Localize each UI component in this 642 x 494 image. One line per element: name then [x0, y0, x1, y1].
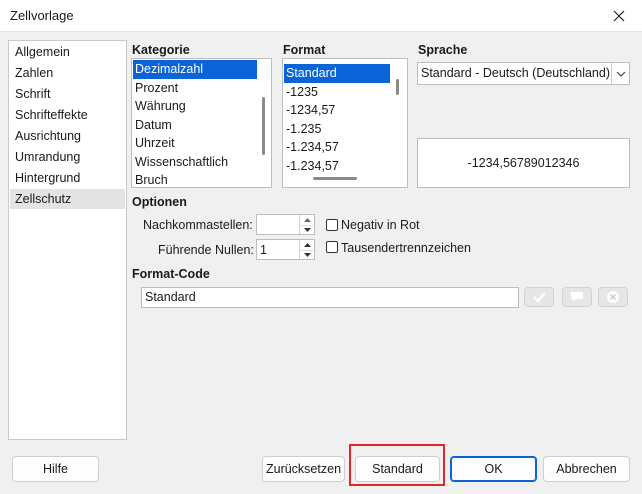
cancel-button-label: Abbrechen: [556, 462, 617, 476]
reset-button[interactable]: Zurücksetzen: [262, 456, 345, 482]
sidebar-item-schrift[interactable]: Schrift: [10, 84, 125, 104]
format-preview: -1234,56789012346: [417, 138, 630, 188]
delete-icon: [607, 291, 619, 303]
sidebar-item-schrifteffekte[interactable]: Schrifteffekte: [10, 105, 125, 125]
format-item[interactable]: -1234,57: [284, 101, 393, 120]
kategorie-item[interactable]: Währung: [133, 97, 257, 116]
nachkommastellen-stepper[interactable]: [256, 214, 315, 235]
close-button[interactable]: [602, 2, 636, 30]
format-item[interactable]: Standard: [284, 64, 390, 83]
format-code-input[interactable]: Standard: [141, 287, 519, 308]
negativ-in-rot-checkbox[interactable]: [326, 219, 338, 231]
format-item[interactable]: -1.234,57: [284, 138, 393, 157]
apply-format-code-button[interactable]: [524, 287, 554, 307]
sprache-select[interactable]: Standard - Deutsch (Deutschland): [417, 62, 630, 85]
kategorie-item[interactable]: Datum: [133, 116, 257, 135]
close-icon: [613, 10, 625, 22]
cancel-button[interactable]: Abbrechen: [543, 456, 630, 482]
format-item[interactable]: -1235: [284, 83, 393, 102]
kategorie-label: Kategorie: [132, 43, 190, 57]
ok-button-label: OK: [484, 462, 503, 476]
kategorie-item[interactable]: Uhrzeit: [133, 134, 257, 153]
format-listbox[interactable]: Standard -1235 -1234,57 -1.235 -1.234,57…: [282, 58, 408, 188]
sidebar-item-umrandung[interactable]: Umrandung: [10, 147, 125, 167]
sidebar-item-hintergrund[interactable]: Hintergrund: [10, 168, 125, 188]
sprache-label: Sprache: [418, 43, 468, 57]
chevron-down-icon[interactable]: [611, 63, 629, 84]
caret-down-icon: [303, 252, 311, 257]
sidebar-item-zellschutz[interactable]: Zellschutz: [10, 189, 125, 209]
format-item[interactable]: -1.234,57: [284, 157, 393, 176]
kategorie-item[interactable]: Bruch: [133, 171, 257, 187]
help-button-label: Hilfe: [42, 462, 68, 476]
format-hscrollbar[interactable]: [313, 177, 357, 180]
title-bar: Zellvorlage: [0, 0, 642, 32]
fuehrende-nullen-stepper[interactable]: 1: [256, 239, 315, 260]
standard-button[interactable]: Standard: [355, 456, 440, 482]
decrement-button[interactable]: [300, 249, 314, 260]
sidebar-item-ausrichtung[interactable]: Ausrichtung: [10, 126, 125, 146]
optionen-label: Optionen: [132, 195, 187, 209]
kategorie-item[interactable]: Prozent: [133, 79, 257, 98]
delete-format-code-button[interactable]: [598, 287, 628, 307]
increment-button[interactable]: [300, 240, 314, 250]
caret-up-icon: [303, 242, 311, 247]
kategorie-item[interactable]: Wissenschaftlich: [133, 153, 257, 172]
kategorie-scrollbar[interactable]: [262, 97, 265, 155]
sidebar-item-zahlen[interactable]: Zahlen: [10, 63, 125, 83]
decrement-button[interactable]: [300, 224, 314, 235]
caret-up-icon: [303, 217, 311, 222]
increment-button[interactable]: [300, 215, 314, 225]
format-code-label: Format-Code: [132, 267, 210, 281]
nachkommastellen-label: Nachkommastellen:: [143, 218, 253, 232]
kategorie-item[interactable]: Dezimalzahl: [133, 60, 257, 79]
fuehrende-nullen-label: Führende Nullen:: [158, 243, 254, 257]
negativ-in-rot-label[interactable]: Negativ in Rot: [341, 218, 420, 232]
sprache-value: Standard - Deutsch (Deutschland): [421, 66, 610, 80]
format-code-value: Standard: [145, 290, 196, 304]
comment-icon: [571, 292, 583, 302]
format-vscrollbar[interactable]: [396, 79, 399, 95]
category-sidebar: Allgemein Zahlen Schrift Schrifteffekte …: [8, 40, 127, 440]
format-label: Format: [283, 43, 326, 57]
reset-button-label: Zurücksetzen: [265, 462, 342, 476]
tausendertrennzeichen-checkbox[interactable]: [326, 241, 338, 253]
caret-down-icon: [303, 227, 311, 232]
fuehrende-nullen-value: 1: [260, 243, 267, 257]
preview-text: -1234,56789012346: [467, 156, 580, 170]
sidebar-item-allgemein[interactable]: Allgemein: [10, 42, 125, 62]
tausendertrennzeichen-label[interactable]: Tausendertrennzeichen: [341, 241, 471, 255]
add-comment-button[interactable]: [562, 287, 592, 307]
checkmark-icon: [532, 292, 546, 302]
ok-button[interactable]: OK: [450, 456, 537, 482]
kategorie-listbox[interactable]: Dezimalzahl Prozent Währung Datum Uhrzei…: [131, 58, 272, 188]
format-item[interactable]: -1.235: [284, 120, 393, 139]
standard-button-label: Standard: [372, 462, 423, 476]
help-button[interactable]: Hilfe: [12, 456, 99, 482]
window-title: Zellvorlage: [10, 8, 74, 23]
